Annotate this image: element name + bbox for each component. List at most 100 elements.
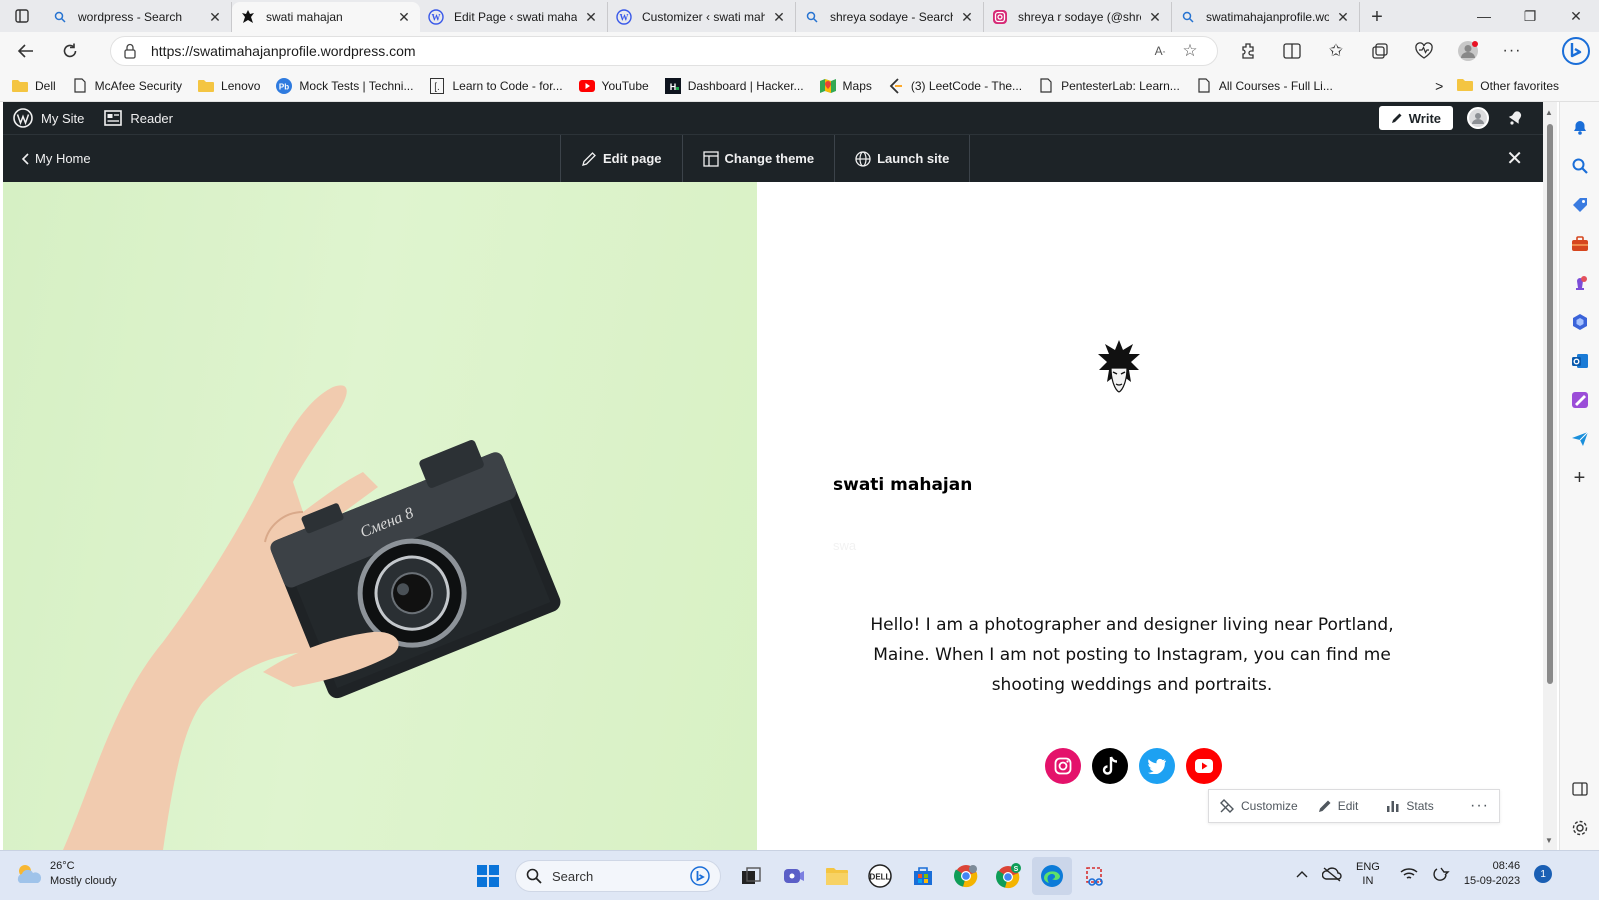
browser-essentials-icon[interactable]	[1402, 36, 1446, 66]
tab-instagram[interactable]: shreya r sodaye (@shrey ✕	[984, 2, 1172, 32]
microsoft-365-icon[interactable]	[1566, 308, 1594, 336]
close-tab-icon[interactable]: ✕	[959, 9, 975, 26]
designer-icon[interactable]	[1566, 386, 1594, 414]
edge-icon[interactable]	[1032, 857, 1072, 895]
onedrive-offline-icon[interactable]	[1322, 866, 1342, 882]
close-window-icon[interactable]: ✕	[1553, 8, 1599, 25]
site-title[interactable]: swati mahajan	[833, 475, 972, 495]
edit-page-button[interactable]: Edit page	[560, 134, 682, 183]
launch-site-button[interactable]: Launch site	[834, 134, 971, 183]
tab-swati-mahajan[interactable]: swati mahajan ✕	[232, 2, 420, 32]
instagram-link[interactable]	[1045, 748, 1081, 784]
chrome-profile-icon[interactable]: S	[989, 857, 1029, 895]
chrome-icon[interactable]	[946, 857, 986, 895]
extensions-icon[interactable]	[1226, 36, 1270, 66]
start-button[interactable]	[468, 857, 508, 895]
read-aloud-icon[interactable]: Aꞈ	[1145, 44, 1175, 58]
favorites-overflow-button[interactable]: >	[1435, 78, 1443, 94]
close-tab-icon[interactable]: ✕	[1147, 9, 1163, 26]
twitter-link[interactable]	[1139, 748, 1175, 784]
bell-icon[interactable]	[1566, 113, 1594, 141]
favorite-mock-tests[interactable]: Pb Mock Tests | Techni...	[276, 77, 413, 94]
minimize-icon[interactable]: —	[1461, 8, 1507, 24]
scroll-up-icon[interactable]: ▲	[1545, 108, 1553, 117]
reader-link[interactable]: Reader	[94, 102, 183, 134]
tab-customizer[interactable]: W Customizer ‹ swati mah ✕	[608, 2, 796, 32]
favorite-dell[interactable]: Dell	[12, 78, 56, 94]
bing-copilot-icon[interactable]	[1561, 36, 1591, 66]
input-language[interactable]: ENG IN	[1356, 860, 1380, 888]
outlook-icon[interactable]	[1566, 347, 1594, 375]
favorite-leetcode[interactable]: (3) LeetCode - The...	[888, 77, 1022, 94]
teams-chat-icon[interactable]	[774, 857, 814, 895]
favorite-mcafee[interactable]: McAfee Security	[72, 78, 182, 94]
tray-overflow-icon[interactable]	[1296, 870, 1308, 878]
scrollbar-thumb[interactable]	[1547, 124, 1553, 684]
edit-button[interactable]: Edit	[1308, 799, 1369, 813]
clock[interactable]: 08:46 15-09-2023	[1464, 859, 1520, 889]
games-chess-icon[interactable]	[1566, 269, 1594, 297]
address-bar[interactable]: https://swatimahajanprofile.wordpress.co…	[110, 36, 1218, 66]
notification-badge[interactable]: 1	[1534, 865, 1553, 883]
favorite-star-icon[interactable]: ☆	[1175, 41, 1205, 61]
settings-more-icon[interactable]: ···	[1490, 36, 1534, 66]
split-screen-icon[interactable]	[1270, 36, 1314, 66]
close-tab-icon[interactable]: ✕	[771, 9, 787, 26]
favorites-icon[interactable]: ✩	[1314, 36, 1358, 66]
favorite-lenovo[interactable]: Lenovo	[198, 78, 260, 94]
favorite-hackerrank[interactable]: H Dashboard | Hacker...	[664, 77, 804, 94]
tab-swatimahajanprofile[interactable]: swatimahajanprofile.wo ✕	[1172, 2, 1360, 32]
site-logo[interactable]	[1097, 338, 1141, 398]
youtube-link[interactable]	[1186, 748, 1222, 784]
file-explorer-icon[interactable]	[817, 857, 857, 895]
sidebar-settings-icon[interactable]	[1566, 814, 1594, 842]
close-tab-icon[interactable]: ✕	[1335, 9, 1351, 26]
tab-wordpress-search[interactable]: wordpress - Search ✕	[44, 2, 232, 32]
back-button[interactable]	[8, 36, 44, 66]
microsoft-store-icon[interactable]	[903, 857, 943, 895]
collections-icon[interactable]	[1358, 36, 1402, 66]
close-tab-icon[interactable]: ✕	[396, 9, 412, 26]
scroll-down-icon[interactable]: ▼	[1545, 836, 1553, 845]
url-text[interactable]: https://swatimahajanprofile.wordpress.co…	[151, 43, 1145, 59]
tab-actions-button[interactable]	[0, 0, 44, 32]
add-sidebar-app-icon[interactable]: +	[1566, 464, 1594, 492]
change-theme-button[interactable]: Change theme	[681, 134, 835, 183]
hide-sidebar-icon[interactable]	[1566, 775, 1594, 803]
close-preview-icon[interactable]: ✕	[1506, 146, 1523, 171]
weather-widget[interactable]: 26°C Mostly cloudy	[14, 859, 117, 889]
tab-shreya-search[interactable]: shreya sodaye - Search ✕	[796, 2, 984, 32]
profile-avatar-icon[interactable]	[1446, 36, 1490, 66]
close-tab-icon[interactable]: ✕	[207, 9, 223, 26]
close-tab-icon[interactable]: ✕	[583, 9, 599, 26]
write-button[interactable]: Write	[1378, 106, 1453, 130]
refresh-button[interactable]	[52, 36, 88, 66]
tab-edit-page[interactable]: W Edit Page ‹ swati mahaja ✕	[420, 2, 608, 32]
new-tab-button[interactable]: +	[1360, 2, 1394, 32]
my-home-link[interactable]: My Home	[3, 151, 560, 166]
favorite-freecodecamp[interactable]: [. Learn to Code - for...	[429, 77, 563, 94]
more-options-icon[interactable]: ···	[1460, 797, 1499, 815]
wifi-icon[interactable]	[1400, 867, 1418, 881]
restore-icon[interactable]: ❐	[1507, 8, 1553, 25]
drop-send-icon[interactable]	[1566, 425, 1594, 453]
stats-button[interactable]: Stats	[1376, 799, 1443, 813]
taskbar-search-box[interactable]: Search	[515, 860, 721, 892]
favorite-youtube[interactable]: YouTube	[578, 78, 649, 94]
battery-saver-icon[interactable]	[1432, 866, 1450, 882]
customize-button[interactable]: Customize	[1209, 798, 1308, 814]
page-scrollbar[interactable]: ▲ ▼	[1543, 102, 1557, 850]
tools-briefcase-icon[interactable]	[1566, 230, 1594, 258]
dell-app-icon[interactable]: DELL	[860, 857, 900, 895]
shopping-tag-icon[interactable]	[1566, 191, 1594, 219]
my-site-link[interactable]: My Site	[3, 102, 94, 134]
favorite-pentesterlab[interactable]: PentesterLab: Learn...	[1038, 78, 1180, 94]
other-favorites-folder[interactable]: Other favorites	[1457, 78, 1559, 94]
user-avatar[interactable]	[1467, 107, 1489, 129]
favorite-maps[interactable]: Maps	[819, 78, 872, 94]
snipping-tool-icon[interactable]	[1075, 857, 1115, 895]
search-icon[interactable]	[1566, 152, 1594, 180]
notifications-button[interactable]	[1507, 108, 1525, 129]
task-view-icon[interactable]	[731, 857, 771, 895]
tiktok-link[interactable]	[1092, 748, 1128, 784]
